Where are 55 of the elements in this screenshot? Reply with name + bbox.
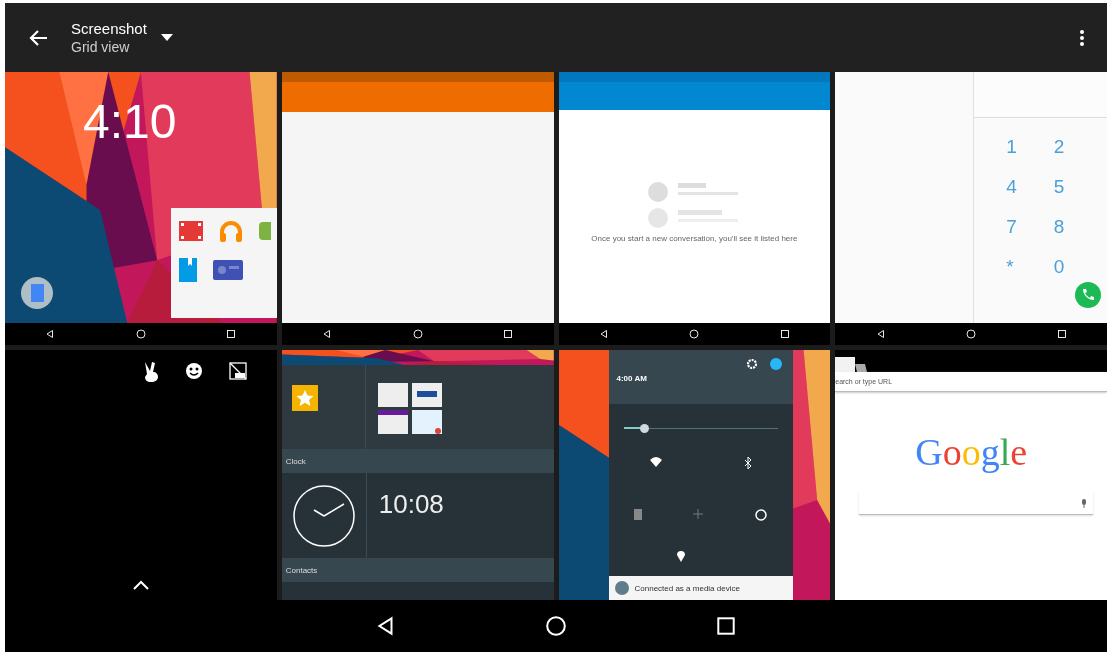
back-icon bbox=[598, 329, 609, 339]
avatar-icon[interactable] bbox=[769, 358, 782, 370]
back-icon bbox=[875, 329, 886, 339]
subtitle: Grid view bbox=[71, 37, 131, 56]
home-icon bbox=[966, 329, 977, 339]
dial-key: 5 bbox=[1053, 176, 1065, 198]
recents-icon bbox=[503, 329, 514, 339]
empty-message: Once you start a new conversation, you'll see it listed here bbox=[590, 234, 799, 243]
emoji-icon bbox=[185, 362, 203, 380]
book-icon bbox=[179, 258, 197, 282]
bookmark-thumbnails-drawing bbox=[377, 383, 444, 435]
back-icon bbox=[45, 329, 56, 339]
dropdown-caret-icon[interactable] bbox=[160, 34, 173, 41]
recents-icon[interactable] bbox=[715, 615, 737, 637]
section-header: Clock bbox=[281, 449, 554, 473]
dial-key: 8 bbox=[1053, 216, 1065, 238]
bookmark-widget-icon bbox=[291, 385, 318, 411]
home-icon[interactable] bbox=[545, 615, 567, 637]
dial-key: 0 bbox=[1053, 256, 1065, 278]
microphone-icon[interactable] bbox=[1081, 498, 1087, 508]
newspaper-icon bbox=[213, 260, 243, 280]
new-tab-icon[interactable] bbox=[855, 364, 868, 372]
home-icon bbox=[412, 329, 423, 339]
back-icon bbox=[322, 329, 333, 339]
app-icon bbox=[21, 277, 53, 309]
film-icon bbox=[179, 221, 203, 241]
logo: Google bbox=[915, 430, 1028, 474]
digital-clock: 10:08 bbox=[378, 489, 444, 521]
wifi-icon[interactable] bbox=[649, 457, 662, 467]
peace-hand-icon bbox=[143, 362, 159, 382]
rotate-icon[interactable] bbox=[754, 509, 767, 521]
headphones-icon bbox=[219, 220, 243, 242]
dial-key: 2 bbox=[1053, 136, 1065, 158]
hdr-off-icon bbox=[229, 362, 247, 380]
dial-key: * bbox=[1006, 256, 1014, 278]
recents-icon bbox=[1056, 329, 1067, 339]
chevron-up-icon[interactable] bbox=[133, 580, 149, 590]
section-header: Contacts bbox=[281, 558, 554, 582]
title: Screenshot bbox=[71, 19, 147, 38]
dial-key: 1 bbox=[1006, 136, 1017, 158]
bluetooth-icon[interactable] bbox=[743, 457, 752, 469]
brightness-slider[interactable] bbox=[623, 424, 778, 433]
dial-key: 7 bbox=[1006, 216, 1017, 238]
home-icon bbox=[689, 329, 700, 339]
dial-key: 4 bbox=[1006, 176, 1017, 198]
more-options-icon[interactable] bbox=[1079, 28, 1085, 47]
recents-icon bbox=[779, 329, 790, 339]
settings-icon[interactable] bbox=[746, 359, 757, 369]
analog-clock-icon bbox=[291, 483, 356, 548]
browser-tab[interactable] bbox=[835, 357, 856, 372]
recents-icon bbox=[226, 329, 237, 339]
notification-title: Connected as a media device bbox=[634, 583, 740, 593]
time: 4:00 AM bbox=[616, 374, 647, 383]
home-icon bbox=[135, 329, 146, 339]
location-icon[interactable] bbox=[676, 551, 685, 562]
